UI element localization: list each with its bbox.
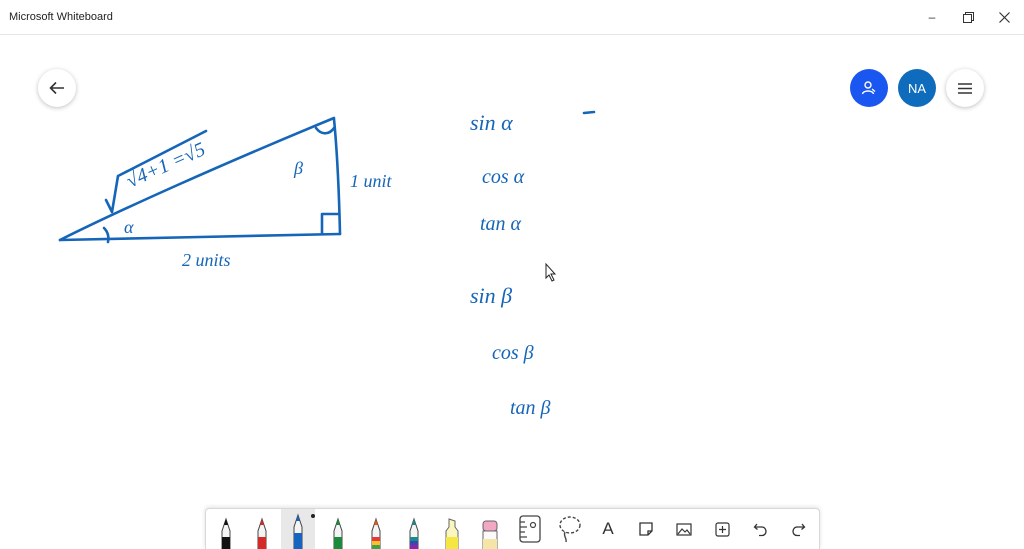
invite-person-icon xyxy=(861,81,876,95)
highlighter-tool[interactable] xyxy=(435,509,469,549)
settings-menu-button[interactable] xyxy=(946,69,984,107)
note-icon xyxy=(639,522,653,536)
trig-line: sin β xyxy=(470,283,512,308)
vertical-side-label: 1 unit xyxy=(350,171,393,191)
highlighter-icon xyxy=(445,518,459,549)
base-label: 2 units xyxy=(182,250,231,270)
text-tool[interactable]: A xyxy=(591,509,625,549)
lasso-select-tool[interactable] xyxy=(553,509,587,549)
redo-icon xyxy=(791,523,805,536)
eraser-icon xyxy=(482,520,498,549)
minimize-icon: – xyxy=(928,10,936,24)
ruler-icon xyxy=(519,515,541,543)
black-pen-tool[interactable] xyxy=(209,509,243,549)
galaxy-pen-tool[interactable] xyxy=(397,509,431,549)
minimize-button[interactable]: – xyxy=(914,0,950,34)
close-icon xyxy=(998,11,1010,23)
black-pen-icon xyxy=(221,517,231,549)
ruler-tool[interactable] xyxy=(513,509,547,549)
user-avatar[interactable]: NA xyxy=(898,69,936,107)
pen-options-dot-icon xyxy=(311,514,315,518)
image-tool[interactable] xyxy=(667,509,701,549)
green-pen-tool[interactable] xyxy=(321,509,355,549)
lasso-icon xyxy=(559,516,581,543)
blue-pen-tool[interactable] xyxy=(281,509,315,549)
trig-line: tan β xyxy=(510,397,551,419)
redo-tool[interactable] xyxy=(781,509,815,549)
angle-beta-label: β xyxy=(293,158,303,178)
close-button[interactable] xyxy=(986,0,1022,34)
galaxy-pen-icon xyxy=(409,517,419,549)
avatar-initials: NA xyxy=(907,80,927,96)
text-a-icon: A xyxy=(602,519,614,538)
restore-button[interactable] xyxy=(950,0,986,34)
mouse-cursor xyxy=(545,262,557,282)
angle-alpha-label: α xyxy=(124,217,134,237)
invite-button[interactable] xyxy=(850,69,888,107)
trig-line: cos β xyxy=(492,342,534,364)
trig-line: cos α xyxy=(482,166,525,188)
rainbow-pen-icon xyxy=(371,517,381,549)
whiteboard-canvas[interactable]: √4+1 =√5 β α 1 unit 2 units sin α cos α … xyxy=(0,35,1024,548)
image-icon xyxy=(676,522,692,536)
hamburger-icon xyxy=(958,82,972,94)
eraser-tool[interactable] xyxy=(473,509,507,549)
back-button[interactable] xyxy=(38,69,76,107)
arrow-left-icon xyxy=(49,81,64,95)
green-pen-icon xyxy=(333,517,343,549)
red-pen-tool[interactable] xyxy=(245,509,279,549)
window-title: Microsoft Whiteboard xyxy=(9,11,113,23)
restore-icon xyxy=(962,11,974,23)
insert-tool[interactable] xyxy=(705,509,739,549)
blue-pen-icon xyxy=(293,513,303,549)
title-bar: Microsoft Whiteboard – xyxy=(0,0,1024,35)
trig-line: sin α xyxy=(470,110,513,135)
undo-tool[interactable] xyxy=(743,509,777,549)
plus-box-icon xyxy=(714,521,730,537)
trig-line: tan α xyxy=(480,213,522,235)
inking-toolbar: A xyxy=(205,508,820,549)
undo-icon xyxy=(753,523,767,536)
red-pen-icon xyxy=(257,517,267,549)
rainbow-pen-tool[interactable] xyxy=(359,509,393,549)
sticky-note-tool[interactable] xyxy=(629,509,663,549)
